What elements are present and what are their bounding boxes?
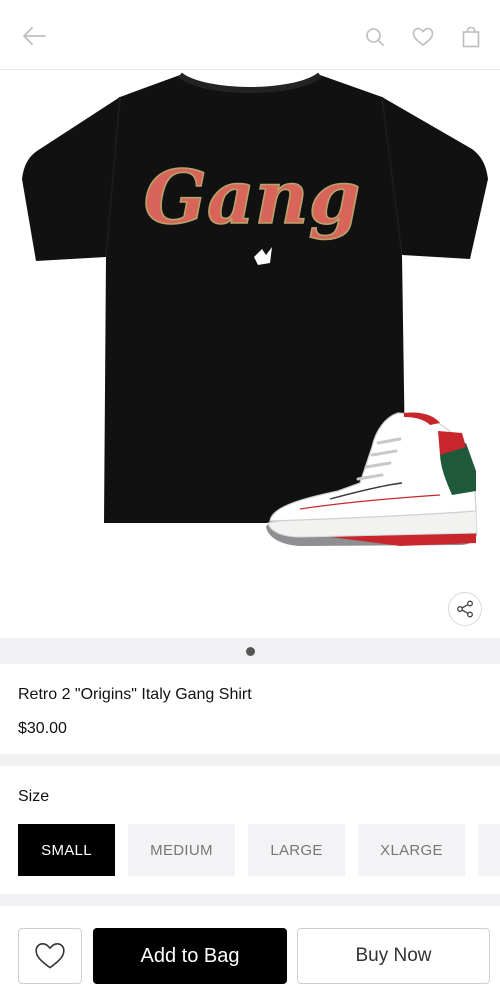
shirt-graphic-text: Gang (144, 155, 361, 241)
product-price: $30.00 (18, 720, 67, 737)
heart-icon (412, 27, 434, 46)
header-actions (358, 20, 488, 54)
add-to-bag-button[interactable]: Add to Bag (93, 928, 287, 984)
bag-button[interactable] (454, 20, 488, 54)
search-button[interactable] (358, 20, 392, 54)
back-button[interactable] (18, 20, 50, 52)
size-option-large[interactable]: LARGE (248, 824, 345, 876)
wishlist-button[interactable] (406, 20, 440, 54)
size-option-small[interactable]: SMALL (18, 824, 115, 876)
product-image-carousel[interactable]: Gang (0, 71, 500, 637)
product-image: Gang (22, 72, 488, 546)
section-divider (0, 754, 500, 766)
buy-now-button[interactable]: Buy Now (297, 928, 490, 984)
pager-dot-active[interactable] (245, 646, 255, 656)
shopping-bag-icon (462, 26, 480, 48)
size-option-medium[interactable]: MEDIUM (128, 824, 235, 876)
size-option-xlarge[interactable]: XLARGE (358, 824, 465, 876)
product-title: Retro 2 "Origins" Italy Gang Shirt (18, 686, 252, 703)
size-selector: Size SMALL MEDIUM LARGE XLARGE (0, 766, 500, 894)
purchase-actions: Add to Bag Buy Now (0, 906, 500, 1000)
heart-icon (35, 942, 65, 969)
top-bar (0, 0, 500, 70)
share-icon (457, 600, 473, 618)
section-divider (0, 894, 500, 906)
product-info: Retro 2 "Origins" Italy Gang Shirt $30.0… (0, 664, 500, 754)
image-pager (0, 638, 500, 664)
size-label: Size (18, 788, 50, 805)
search-icon (366, 28, 384, 46)
share-button[interactable] (448, 592, 482, 626)
size-option-more[interactable] (478, 824, 500, 876)
add-to-wishlist-button[interactable] (18, 928, 82, 984)
size-options: SMALL MEDIUM LARGE XLARGE (18, 824, 500, 876)
back-arrow-icon (23, 27, 46, 45)
